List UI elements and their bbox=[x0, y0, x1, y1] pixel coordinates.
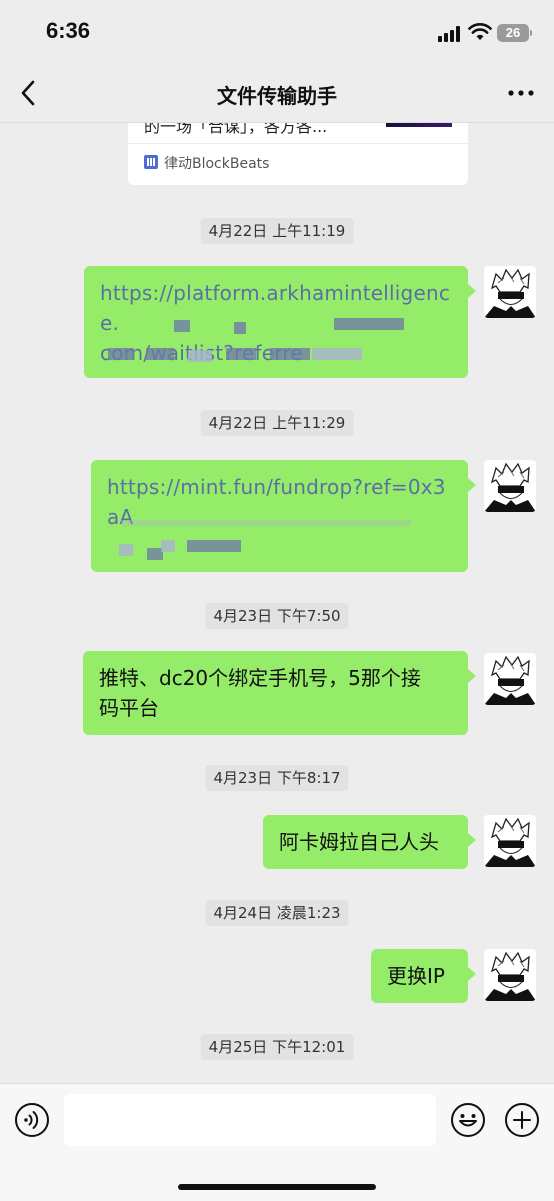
emoji-icon[interactable] bbox=[450, 1102, 486, 1138]
avatar-illustration-icon bbox=[484, 653, 536, 705]
pixelated-redaction bbox=[91, 520, 468, 566]
message-input[interactable] bbox=[64, 1094, 436, 1146]
timestamp: 4月24日 凌晨1:23 bbox=[205, 900, 349, 926]
article-snippet: 的一场「合谋」，各方各... bbox=[144, 123, 328, 136]
shared-article-card[interactable]: 的一场「合谋」，各方各... 律动BlockBeats bbox=[128, 123, 468, 185]
avatar[interactable] bbox=[484, 266, 536, 318]
home-indicator[interactable] bbox=[178, 1184, 376, 1190]
message-bubble-link[interactable]: https://mint.fun/fundrop?ref=0x3aA bbox=[91, 460, 476, 572]
avatar[interactable] bbox=[484, 815, 536, 867]
chat-history[interactable]: 的一场「合谋」，各方各... 律动BlockBeats 4月22日 上午11:1… bbox=[0, 123, 554, 1083]
message-bubble-link[interactable]: https://platform.arkhamintelligence. com… bbox=[84, 266, 476, 378]
avatar-illustration-icon bbox=[484, 266, 536, 318]
avatar[interactable] bbox=[484, 460, 536, 512]
avatar-illustration-icon bbox=[484, 949, 536, 1001]
status-time: 6:36 bbox=[46, 18, 91, 43]
divider bbox=[128, 143, 468, 144]
plus-icon[interactable] bbox=[504, 1102, 540, 1138]
battery-icon: 26 bbox=[497, 24, 529, 42]
cellular-signal-icon bbox=[438, 26, 462, 42]
nav-bar: 文件传输助手 bbox=[0, 64, 554, 123]
message-text-line: 码平台 bbox=[99, 696, 159, 720]
article-thumbnail bbox=[386, 123, 452, 127]
timestamp: 4月23日 下午7:50 bbox=[205, 603, 349, 629]
avatar-illustration-icon bbox=[484, 815, 536, 867]
avatar[interactable] bbox=[484, 653, 536, 705]
timestamp: 4月23日 下午8:17 bbox=[205, 765, 349, 791]
timestamp: 4月22日 上午11:29 bbox=[200, 410, 354, 436]
message-bubble-text[interactable]: 阿卡姆拉自己人头 bbox=[263, 815, 476, 869]
ellipsis-icon[interactable] bbox=[506, 80, 536, 106]
timestamp: 4月22日 上午11:19 bbox=[200, 218, 354, 244]
timestamp: 4月25日 下午12:01 bbox=[200, 1034, 354, 1060]
blockbeats-logo-icon bbox=[144, 155, 158, 169]
wifi-icon bbox=[468, 23, 492, 40]
article-source: 律动BlockBeats bbox=[164, 156, 270, 172]
voice-icon[interactable] bbox=[14, 1102, 50, 1138]
avatar[interactable] bbox=[484, 949, 536, 1001]
message-text-line: 推特、dc20个绑定手机号，5那个接 bbox=[99, 666, 421, 690]
pixelated-redaction bbox=[84, 318, 468, 372]
status-bar: 6:36 26 bbox=[0, 0, 554, 64]
message-bubble-text[interactable]: 推特、dc20个绑定手机号，5那个接 码平台 bbox=[83, 651, 476, 735]
chat-title: 文件传输助手 bbox=[217, 84, 337, 108]
battery-nub bbox=[530, 30, 532, 36]
message-bubble-text[interactable]: 更换IP bbox=[371, 949, 476, 1003]
avatar-illustration-icon bbox=[484, 460, 536, 512]
